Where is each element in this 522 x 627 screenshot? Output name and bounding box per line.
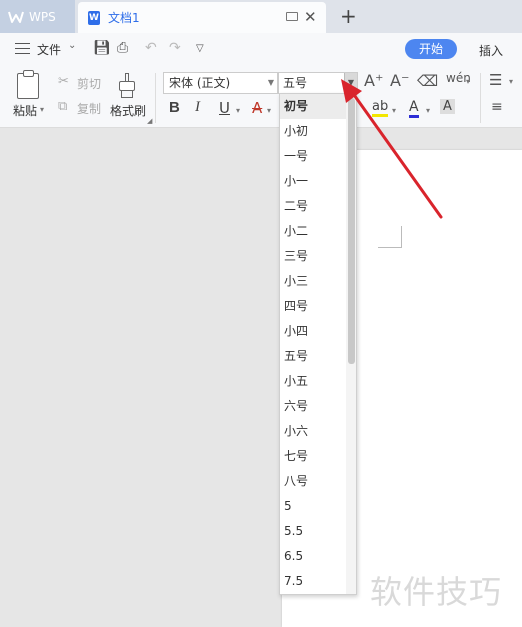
annotation-arrow (341, 79, 443, 219)
